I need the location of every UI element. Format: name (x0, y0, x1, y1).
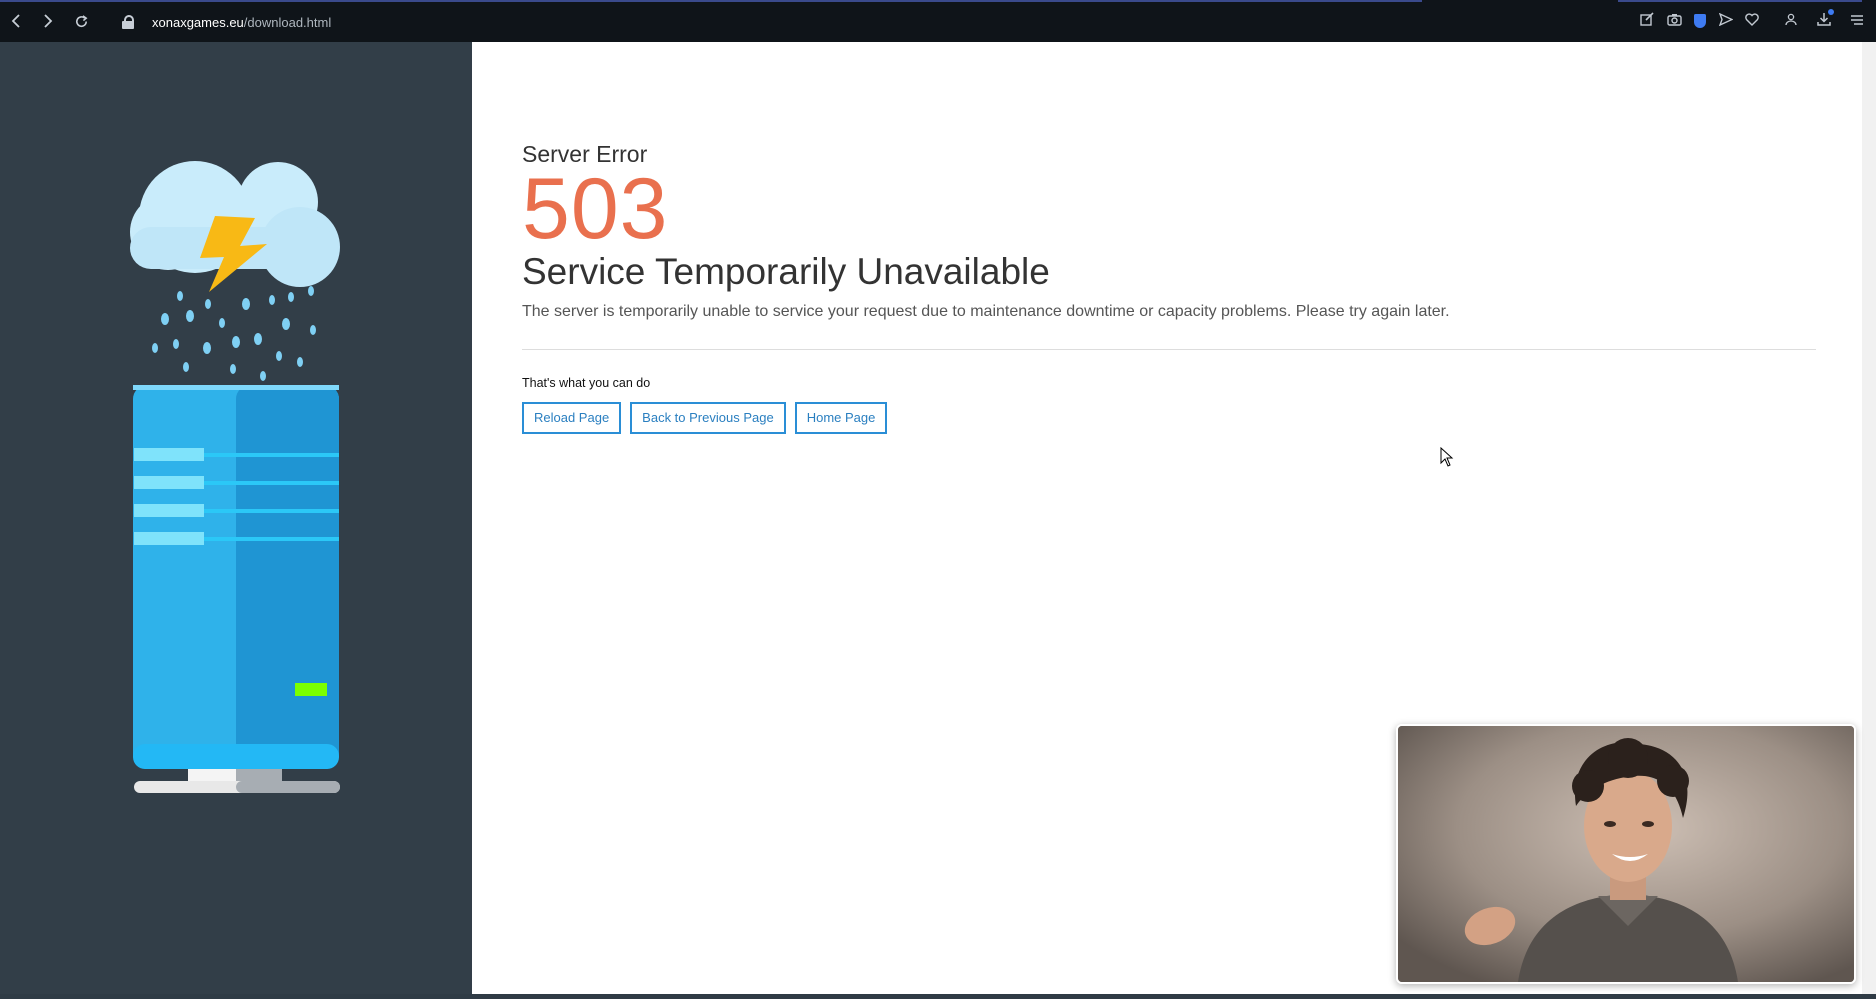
rain-drops (152, 286, 316, 381)
back-icon[interactable] (6, 11, 26, 31)
menu-icon[interactable] (1847, 11, 1867, 31)
back-to-previous-page-button[interactable]: Back to Previous Page (630, 402, 786, 434)
url-host: xonaxgames.eu (152, 14, 244, 30)
reload-icon[interactable] (71, 11, 91, 31)
send-icon[interactable] (1716, 11, 1736, 31)
profile-icon[interactable] (1781, 11, 1801, 31)
url-path: /download.html (243, 14, 332, 30)
presenter-video (1398, 726, 1854, 982)
error-description: The server is temporarily unable to serv… (522, 303, 1450, 320)
webcam-overlay (1396, 724, 1856, 984)
url-text[interactable]: xonaxgames.eu/download.html (152, 15, 331, 30)
error-heading: Service Temporarily Unavailable (522, 251, 1050, 292)
page-load-indicator (0, 0, 1422, 2)
divider (522, 349, 1816, 350)
tab-indicator (1618, 0, 1862, 2)
notification-dot (1828, 9, 1834, 15)
address-bar[interactable]: xonaxgames.eu/download.html (122, 12, 331, 32)
edit-icon[interactable] (1637, 11, 1657, 31)
mouse-cursor-icon (1440, 447, 1454, 467)
home-page-button[interactable]: Home Page (794, 402, 888, 434)
illustration-panel (0, 42, 472, 994)
error-code: 503 (522, 161, 669, 257)
error-title: Server Error (522, 141, 648, 167)
actions-label: That's what you can do (522, 376, 651, 390)
error-content: Server Error 503 Service Temporarily Una… (522, 140, 1822, 434)
shield-icon[interactable] (1690, 11, 1710, 31)
scrollbar[interactable] (1862, 42, 1876, 994)
download-icon[interactable] (1814, 9, 1834, 31)
lock-icon (122, 15, 134, 29)
action-buttons: Reload Page Back to Previous Page Home P… (522, 402, 1822, 434)
forward-icon[interactable] (38, 11, 58, 31)
reload-page-button[interactable]: Reload Page (522, 402, 622, 434)
server-storm-illustration (130, 161, 340, 793)
camera-icon[interactable] (1664, 11, 1684, 31)
server-tower (133, 385, 340, 793)
heart-icon[interactable] (1742, 11, 1762, 31)
browser-toolbar: xonaxgames.eu/download.html (0, 0, 1876, 42)
server-status-led (295, 683, 327, 696)
